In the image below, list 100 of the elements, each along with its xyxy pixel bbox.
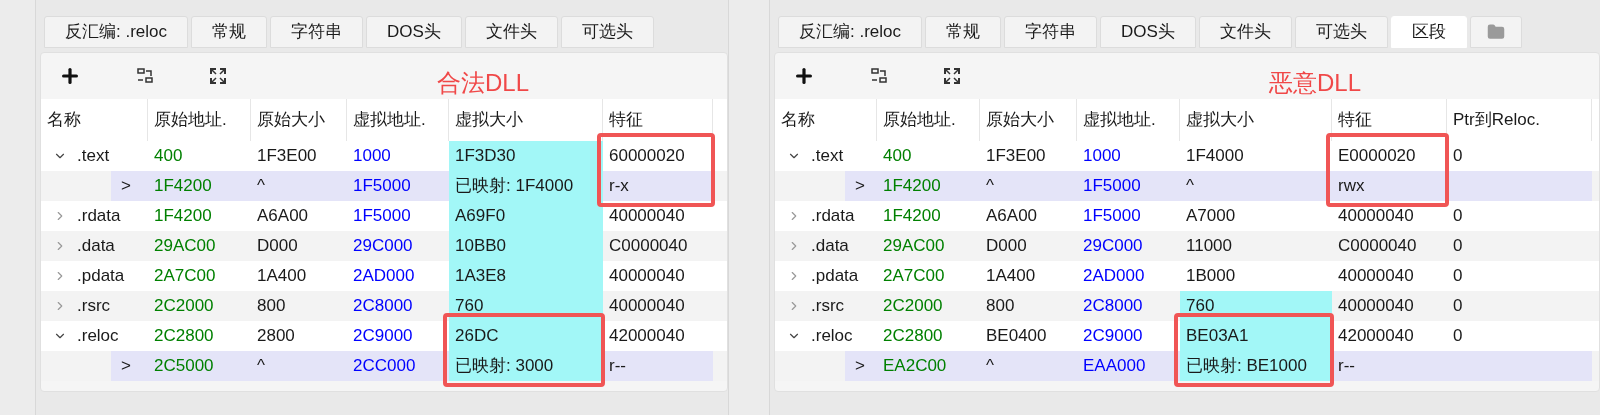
tab[interactable]: 反汇编: .reloc [778, 16, 923, 48]
table-cell-text: 1F5000 [352, 205, 412, 228]
table-cell-text: 2800 [256, 325, 296, 348]
table-cell-text: BE0400 [985, 325, 1048, 348]
table-cell-text: 2AD000 [352, 265, 416, 288]
tree-marker[interactable]: > [845, 353, 865, 379]
tree-marker[interactable]: > [111, 353, 131, 379]
table-cell-text: 2C2000 [153, 295, 215, 318]
table-cell-text: 2C2800 [153, 325, 215, 348]
tab[interactable]: 常规 [191, 16, 268, 48]
table-cell-text: 1F4200 [153, 205, 213, 228]
section-name: .reloc [77, 325, 119, 348]
column-header[interactable]: 原始大小 [251, 107, 325, 133]
table-cell-text: ^ [256, 175, 266, 198]
table-cell-text: 40000040 [608, 205, 686, 228]
tree-marker[interactable]: > [845, 173, 865, 199]
column-header[interactable]: 原始大小 [980, 107, 1054, 133]
table-cell-text: 11000 [1185, 235, 1233, 258]
child-row[interactable]: > 1F4200 ^ 1F5000 已映射: 1F4000 r-x [111, 171, 713, 201]
table-cell-text: r-- [1337, 355, 1356, 378]
layout-icon[interactable] [136, 67, 154, 85]
column-header[interactable]: 原始地址. [877, 107, 956, 133]
table-cell-text: 40000040 [608, 265, 686, 288]
child-row[interactable]: > 2C5000 ^ 2CC000 已映射: 3000 r-- [111, 351, 713, 381]
tab[interactable]: 文件头 [1198, 16, 1292, 48]
table-cell-text: 0 [1452, 145, 1464, 168]
tab[interactable]: 可选头 [1294, 16, 1388, 48]
annotation-label: 合法DLL [437, 68, 530, 98]
table-cell-text: 2C2000 [882, 295, 944, 318]
table-cell-text: 40000040 [1337, 265, 1415, 288]
tree-marker[interactable]: > [111, 173, 131, 199]
expand-icon[interactable] [943, 67, 961, 85]
table-cell-text: 2C9000 [1082, 325, 1144, 348]
table-cell-text: ^ [985, 175, 995, 198]
table-cell-text: 0 [1452, 295, 1464, 318]
table-cell-text: 400 [882, 145, 913, 168]
folder-icon [1486, 23, 1505, 41]
table-cell-text: 29AC00 [153, 235, 217, 258]
column-header[interactable]: 特征 [1332, 107, 1372, 133]
table-cell-text: 400 [153, 145, 184, 168]
table-cell-text: 2CC000 [352, 355, 417, 378]
table-cell-text: A6A00 [256, 205, 310, 228]
column-header[interactable]: 虚拟大小 [449, 107, 523, 133]
column-header[interactable]: 名称 [41, 107, 81, 133]
table-cell: BE03A1 [1180, 321, 1332, 351]
add-icon[interactable] [59, 65, 81, 87]
layout-icon[interactable] [870, 67, 888, 85]
tab[interactable]: 文件头 [464, 16, 558, 48]
table-cell-text: 2A7C00 [153, 265, 217, 288]
table-cell-text: rwx [1337, 175, 1366, 198]
add-icon[interactable] [793, 65, 815, 87]
child-row[interactable]: > EA2C00 ^ EAA000 已映射: BE1000 r-- [845, 351, 1592, 381]
folder-tab[interactable] [1469, 16, 1522, 48]
column-header[interactable]: Ptr到Reloc. [1447, 107, 1540, 133]
tab[interactable]: 可选头 [560, 16, 654, 48]
table-cell-text: 1F4200 [882, 175, 942, 198]
section-name: .rdata [77, 205, 121, 228]
tab[interactable]: 字符串 [1004, 16, 1098, 48]
column-header[interactable]: 名称 [775, 107, 815, 133]
column-header[interactable]: 虚拟地址. [1077, 107, 1156, 133]
column-header[interactable]: 虚拟大小 [1180, 107, 1254, 133]
table-cell-text: E0000020 [1337, 145, 1417, 168]
table-cell-text: 1000 [1082, 145, 1122, 168]
tab[interactable]: 常规 [925, 16, 1002, 48]
table-cell-text: 1F4200 [882, 205, 942, 228]
table-cell-text: C0000040 [1337, 235, 1418, 258]
annotation-label: 恶意DLL [1269, 68, 1362, 98]
table-cell-text: 1F5000 [1082, 175, 1142, 198]
table-cell-text: 1000 [352, 145, 392, 168]
table-cell: 已映射: BE1000 [1180, 351, 1332, 381]
table-cell-text: ^ [256, 355, 266, 378]
table-cell-text: r-x [608, 175, 630, 198]
column-header[interactable]: 虚拟地址. [347, 107, 426, 133]
child-row[interactable]: > 1F4200 ^ 1F5000 ^ rwx [845, 171, 1592, 201]
table-cell: A69F0 [449, 201, 603, 231]
tab[interactable]: 反汇编: .reloc [44, 16, 189, 48]
table-cell-text: 0 [1452, 325, 1464, 348]
tab[interactable]: 区段 [1390, 16, 1467, 48]
table-cell-text: 800 [985, 295, 1016, 318]
section-name: .text [77, 145, 110, 168]
table-cell-text: 0 [1452, 265, 1464, 288]
table-cell-text: 29C000 [1082, 235, 1144, 258]
table-cell-text: 29C000 [352, 235, 414, 258]
table-cell-text: 800 [256, 295, 287, 318]
table-cell-text: 1F3E00 [985, 145, 1047, 168]
table-cell: 1F3D30 [449, 141, 603, 171]
table-cell-text: D000 [256, 235, 299, 258]
tab[interactable]: DOS头 [366, 16, 462, 48]
table-cell-text: 1F5000 [1082, 205, 1142, 228]
table-cell: 已映射: 1F4000 [449, 171, 603, 201]
tab[interactable]: 字符串 [270, 16, 364, 48]
column-header[interactable]: 原始地址. [148, 107, 227, 133]
column-header[interactable]: 特征 [603, 107, 643, 133]
expand-icon[interactable] [209, 67, 227, 85]
section-name: .data [811, 235, 849, 258]
table-cell-text: 29AC00 [882, 235, 946, 258]
section-name: .rsrc [811, 295, 845, 318]
tab[interactable]: DOS头 [1100, 16, 1196, 48]
table-cell-text: A7000 [1185, 205, 1237, 228]
table-cell-text: 1F4200 [153, 175, 213, 198]
